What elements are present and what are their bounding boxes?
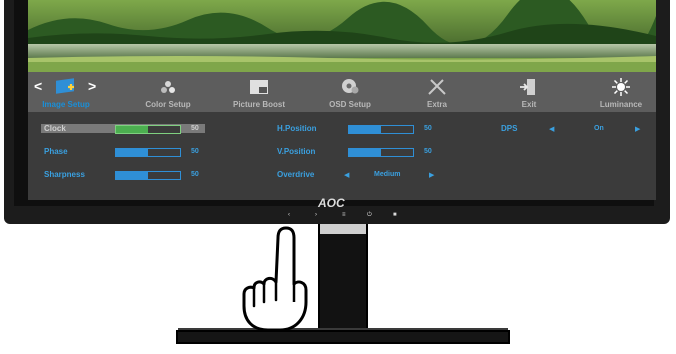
monitor-stand-neck <box>318 224 368 334</box>
osd-menu-bar: < > Image Setup Color Setup Picture Boos… <box>28 72 656 112</box>
right-button[interactable]: › <box>315 212 317 218</box>
v-position-label: V.Position <box>277 147 316 156</box>
tab-label: Luminance <box>599 100 643 109</box>
tab-image-setup[interactable]: Image Setup <box>38 72 94 112</box>
clock-label: Clock <box>44 124 66 133</box>
phase-label: Phase <box>44 147 68 156</box>
tab-label: OSD Setup <box>329 100 371 109</box>
pointing-hand-icon <box>242 226 308 332</box>
settings-panel: Clock 50 Phase 50 Sharpness 50 H.Positio… <box>28 112 656 200</box>
tab-picture-boost[interactable]: Picture Boost <box>224 72 294 112</box>
clock-slider[interactable] <box>115 125 181 134</box>
h-position-value: 50 <box>424 125 432 132</box>
tab-label: Exit <box>521 100 537 109</box>
tab-exit[interactable]: Exit <box>506 72 552 112</box>
menu-button[interactable]: ≡ <box>342 212 346 218</box>
tab-label: Color Setup <box>145 100 191 109</box>
monitor-screen: < > Image Setup Color Setup Picture Boos… <box>28 0 656 200</box>
color-setup-icon <box>161 81 175 93</box>
overdrive-value: Medium <box>374 171 401 178</box>
overdrive-increase-arrow[interactable]: ▶ <box>429 171 434 179</box>
tab-label: Image Setup <box>42 100 90 109</box>
tab-color-setup[interactable]: Color Setup <box>136 72 200 112</box>
dps-value: On <box>594 125 604 132</box>
tab-extra[interactable]: Extra <box>412 72 462 112</box>
overdrive-label: Overdrive <box>277 170 315 179</box>
tab-label: Extra <box>426 100 447 109</box>
extra-icon <box>428 79 446 95</box>
tab-luminance[interactable]: Luminance <box>590 72 652 112</box>
osd-setup-icon <box>342 79 359 94</box>
landscape-wallpaper <box>28 0 656 72</box>
v-position-slider[interactable] <box>348 148 414 157</box>
slider-fill <box>349 126 381 133</box>
dps-label: DPS <box>501 124 518 133</box>
slider-fill <box>116 172 148 179</box>
power-button[interactable]: ⏻ <box>367 212 372 219</box>
v-position-value: 50 <box>424 148 432 155</box>
phase-slider[interactable] <box>115 148 181 157</box>
image-setup-icon <box>56 78 74 94</box>
sharpness-value: 50 <box>191 171 199 178</box>
dps-decrease-arrow[interactable]: ◀ <box>549 125 554 133</box>
monitor-stand-base <box>176 330 510 344</box>
slider-fill <box>349 149 381 156</box>
tab-osd-setup[interactable]: OSD Setup <box>318 72 382 112</box>
h-position-slider[interactable] <box>348 125 414 134</box>
left-button[interactable]: ‹ <box>288 212 290 218</box>
dps-increase-arrow[interactable]: ▶ <box>635 125 640 133</box>
tab-label: Picture Boost <box>232 100 285 109</box>
luminance-icon <box>612 78 630 96</box>
phase-value: 50 <box>191 148 199 155</box>
slider-fill <box>116 149 148 156</box>
sharpness-label: Sharpness <box>44 170 85 179</box>
source-button[interactable]: ■ <box>393 212 397 218</box>
overdrive-decrease-arrow[interactable]: ◀ <box>344 171 349 179</box>
sharpness-slider[interactable] <box>115 171 181 180</box>
picture-boost-icon <box>250 80 268 94</box>
monitor-stand-collar <box>320 224 366 234</box>
exit-icon <box>520 79 535 95</box>
h-position-label: H.Position <box>277 124 317 133</box>
slider-fill <box>116 126 148 133</box>
brand-logo: AOC <box>318 196 345 210</box>
clock-value: 50 <box>191 125 199 132</box>
